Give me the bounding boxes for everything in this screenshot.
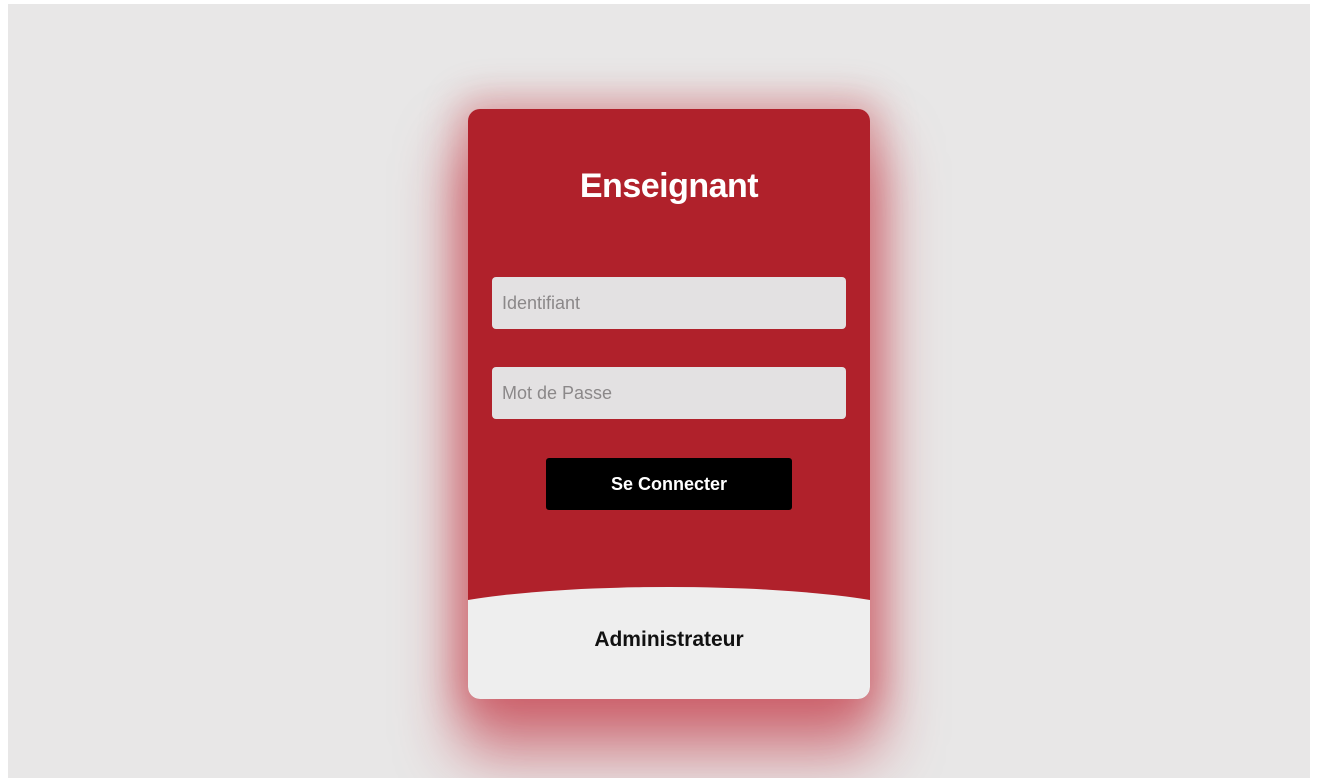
connect-button[interactable]: Se Connecter xyxy=(546,458,792,510)
page-background: Enseignant Se Connecter Administrateur xyxy=(8,4,1310,778)
admin-switch-label[interactable]: Administrateur xyxy=(468,628,870,652)
username-input[interactable] xyxy=(492,277,846,329)
login-card: Enseignant Se Connecter Administrateur xyxy=(468,109,870,699)
password-input[interactable] xyxy=(492,367,846,419)
login-title: Enseignant xyxy=(579,167,759,205)
